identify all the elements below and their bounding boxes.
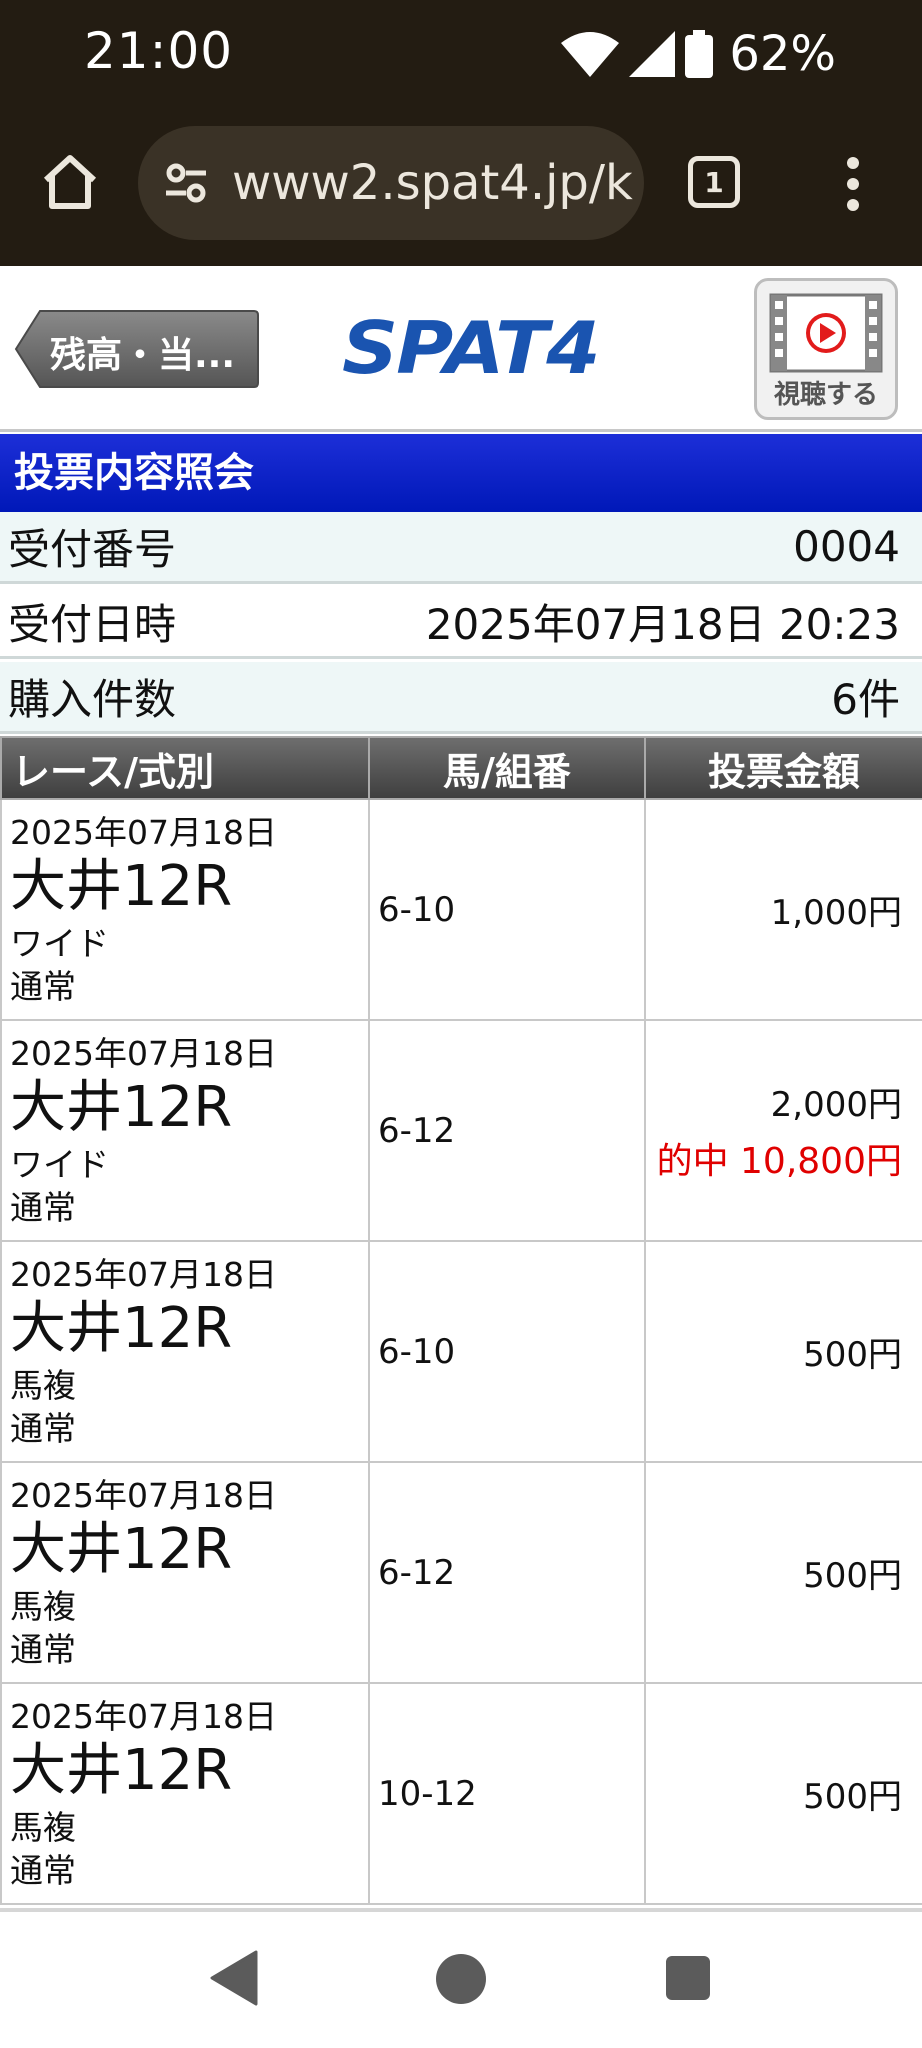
back-to-balance-button[interactable]: 残高・当... xyxy=(14,308,260,390)
table-row: 2025年07月18日 大井12R 馬複 通常 6-12 500円 xyxy=(0,1461,922,1684)
watch-label: 視聴する xyxy=(773,380,878,410)
bet-mode: 通常 xyxy=(10,1629,76,1669)
race-name: 大井12R xyxy=(10,1737,233,1803)
tabs-icon[interactable]: 1 xyxy=(688,156,740,208)
info-value: 6件 xyxy=(831,675,900,724)
race-name: 大井12R xyxy=(10,1074,233,1140)
spat4-logo[interactable]: SPAT4 xyxy=(342,308,601,391)
address-bar[interactable]: www2.spat4.jp/k xyxy=(138,126,644,240)
race-name: 大井12R xyxy=(10,1295,233,1361)
home-icon xyxy=(43,155,97,209)
amount-cell: 2,000円 的中 10,800円 xyxy=(644,1019,922,1242)
url-text: www2.spat4.jp/k xyxy=(232,155,633,211)
race-date: 2025年07月18日 xyxy=(10,1475,277,1515)
table-row: 2025年07月18日 大井12R ワイド 通常 6-10 1,000円 xyxy=(0,798,922,1021)
combo-cell: 6-12 xyxy=(368,1019,646,1242)
info-row-purchase-count: 購入件数 6件 xyxy=(0,662,922,734)
more-vert-icon xyxy=(847,157,859,211)
race-cell: 2025年07月18日 大井12R ワイド 通常 xyxy=(0,798,370,1021)
info-row-receipt-datetime: 受付日時 2025年07月18日 20:23 xyxy=(0,587,922,659)
info-value: 2025年07月18日 20:23 xyxy=(425,600,900,649)
bet-amount: 1,000円 xyxy=(770,893,902,933)
bet-type: 馬複 xyxy=(10,1586,76,1626)
race-cell: 2025年07月18日 大井12R 馬複 通常 xyxy=(0,1240,370,1463)
back-button-label: 残高・当... xyxy=(50,335,236,376)
bet-mode: 通常 xyxy=(10,966,76,1006)
combo-cell: 10-12 xyxy=(368,1682,646,1905)
bet-mode: 通常 xyxy=(10,1850,76,1890)
info-label: 受付日時 xyxy=(8,600,177,649)
header-race-type: レース/式別 xyxy=(0,736,370,800)
race-date: 2025年07月18日 xyxy=(10,1254,277,1294)
info-label: 受付番号 xyxy=(8,525,177,574)
browser-chrome: 21:00 62% www2.spat4.jp/k 1 xyxy=(0,0,922,266)
bet-amount: 2,000円 xyxy=(770,1085,902,1125)
bet-amount: 500円 xyxy=(803,1556,902,1596)
race-cell: 2025年07月18日 大井12R 馬複 通常 xyxy=(0,1461,370,1684)
combo-cell: 6-10 xyxy=(368,798,646,1021)
race-name: 大井12R xyxy=(10,853,233,919)
info-label: 購入件数 xyxy=(8,675,177,724)
bet-mode: 通常 xyxy=(10,1408,76,1448)
bet-type: 馬複 xyxy=(10,1365,76,1405)
hit-payout: 的中 10,800円 xyxy=(656,1141,902,1182)
table-row: 2025年07月18日 大井12R 馬複 通常 10-12 500円 xyxy=(0,1682,922,1905)
bet-type: ワイド xyxy=(10,1144,109,1184)
bet-type: ワイド xyxy=(10,923,109,963)
bet-type: 馬複 xyxy=(10,1807,76,1847)
play-video-icon xyxy=(769,293,883,373)
bet-amount: 500円 xyxy=(803,1335,902,1375)
table-row: 2025年07月18日 大井12R ワイド 通常 6-12 2,000円 的中 … xyxy=(0,1019,922,1242)
race-cell: 2025年07月18日 大井12R 馬複 通常 xyxy=(0,1682,370,1905)
nav-back-icon[interactable] xyxy=(210,1950,258,2006)
race-date: 2025年07月18日 xyxy=(10,1696,277,1736)
info-value: 0004 xyxy=(793,522,900,571)
table-header: レース/式別 馬/組番 投票金額 xyxy=(0,736,922,800)
bet-amount: 500円 xyxy=(803,1777,902,1817)
header-amount: 投票金額 xyxy=(644,736,922,800)
site-settings-icon[interactable] xyxy=(162,159,210,207)
info-row-receipt-number: 受付番号 0004 xyxy=(0,512,922,584)
bet-mode: 通常 xyxy=(10,1187,76,1227)
status-time: 21:00 xyxy=(84,22,234,80)
nav-recents-icon[interactable] xyxy=(666,1956,710,2000)
page-header: 残高・当... SPAT4 視聴する xyxy=(0,266,922,432)
system-nav-bar xyxy=(0,1912,922,2048)
more-menu-button[interactable] xyxy=(838,156,868,212)
battery-percent: 62% xyxy=(729,26,836,82)
home-button[interactable] xyxy=(38,150,102,214)
watch-video-button[interactable]: 視聴する xyxy=(754,278,898,420)
amount-cell: 1,000円 xyxy=(644,798,922,1021)
nav-home-icon[interactable] xyxy=(436,1954,486,2004)
battery-icon xyxy=(685,30,714,78)
signal-icon xyxy=(629,31,676,77)
header-combination: 馬/組番 xyxy=(368,736,646,800)
table-row: 2025年07月18日 大井12R 馬複 通常 6-10 500円 xyxy=(0,1240,922,1463)
bets-table: レース/式別 馬/組番 投票金額 2025年07月18日 大井12R ワイド 通… xyxy=(0,736,922,1905)
race-cell: 2025年07月18日 大井12R ワイド 通常 xyxy=(0,1019,370,1242)
amount-cell: 500円 xyxy=(644,1240,922,1463)
page-title: 投票内容照会 xyxy=(0,434,922,512)
combo-cell: 6-10 xyxy=(368,1240,646,1463)
status-icons: 62% xyxy=(561,24,836,84)
amount-cell: 500円 xyxy=(644,1682,922,1905)
wifi-icon xyxy=(561,32,620,77)
race-name: 大井12R xyxy=(10,1516,233,1582)
race-date: 2025年07月18日 xyxy=(10,1033,277,1073)
race-date: 2025年07月18日 xyxy=(10,812,277,852)
amount-cell: 500円 xyxy=(644,1461,922,1684)
combo-cell: 6-12 xyxy=(368,1461,646,1684)
